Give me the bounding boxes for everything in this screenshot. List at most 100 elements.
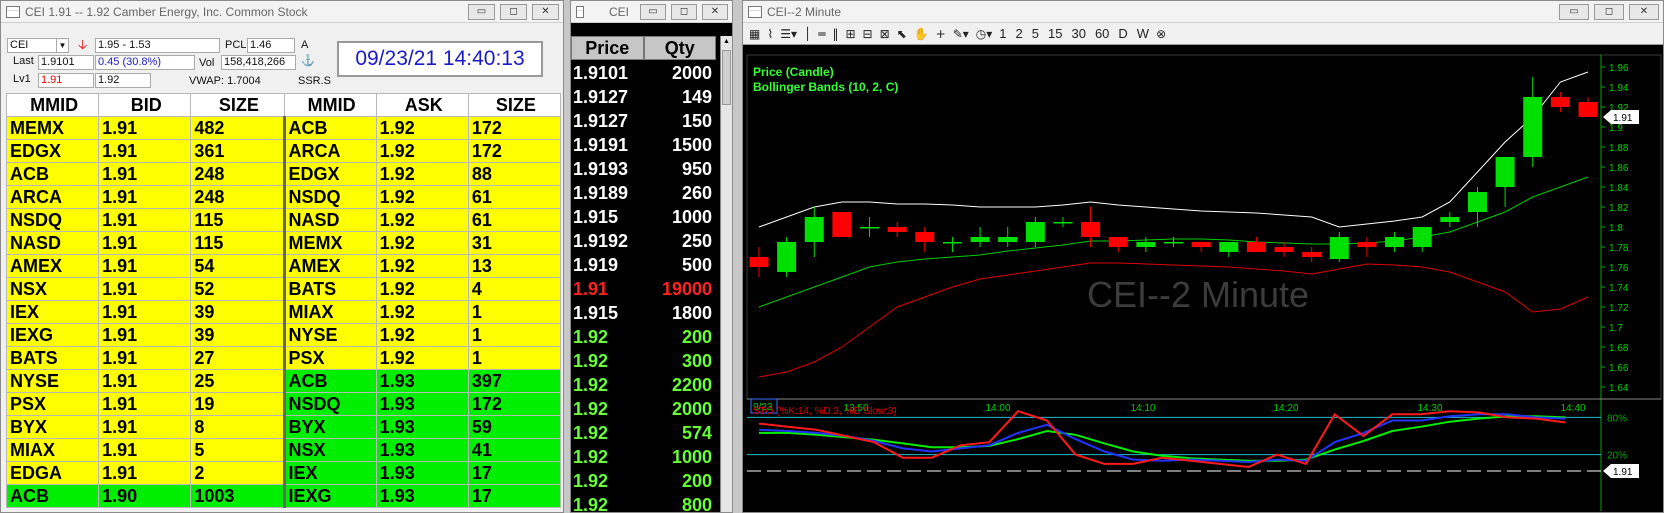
period-d[interactable]: D <box>1118 26 1127 41</box>
line-style-icon[interactable]: ☰▾ <box>780 27 797 41</box>
crosshair-icon[interactable]: + <box>936 27 946 41</box>
book-row[interactable]: NASD 1.91 115 MEMX 1.92 31 <box>5 231 562 255</box>
period-2[interactable]: 2 <box>1016 26 1023 41</box>
book-row[interactable]: ARCA 1.91 248 NSDQ 1.92 61 <box>5 185 562 209</box>
trade-row[interactable]: 1.92 2200 <box>571 373 716 397</box>
y-tick-label: 1.96 <box>1609 63 1629 74</box>
close-button[interactable]: ✕ <box>532 4 559 20</box>
period-15[interactable]: 15 <box>1048 26 1062 41</box>
bid-mmid-header[interactable]: MMID <box>5 93 100 117</box>
trade-row[interactable]: 1.9127 149 <box>571 85 716 109</box>
level2-titlebar[interactable]: CEI 1.91 -- 1.92 Camber Energy, Inc. Com… <box>1 1 563 23</box>
trade-row[interactable]: 1.9193 950 <box>571 157 716 181</box>
trade-row[interactable]: 1.92 574 <box>571 421 716 445</box>
book-row[interactable]: ACB 1.90 1003 IEXG 1.93 17 <box>5 484 562 508</box>
ask-size-header[interactable]: SIZE <box>467 93 562 117</box>
price-header[interactable]: Price <box>571 36 644 60</box>
ask-price: 1.93 <box>375 438 469 462</box>
close-button[interactable]: ✕ <box>1629 4 1659 20</box>
ask-size: 1 <box>467 323 562 347</box>
book-row[interactable]: EDGA 1.91 2 IEX 1.93 17 <box>5 461 562 485</box>
minimize-button[interactable]: ▭ <box>1559 4 1589 20</box>
trade-row[interactable]: 1.9189 260 <box>571 181 716 205</box>
y-tick-label: 1.76 <box>1609 263 1629 274</box>
trade-row[interactable]: 1.915 1800 <box>571 301 716 325</box>
book-row[interactable]: MIAX 1.91 5 NSX 1.93 41 <box>5 438 562 462</box>
book-row[interactable]: BYX 1.91 8 BYX 1.93 59 <box>5 415 562 439</box>
bid-header[interactable]: BID <box>98 93 192 117</box>
minimize-button[interactable]: ▭ <box>468 4 495 20</box>
chevron-down-icon[interactable]: ▼ <box>56 39 68 52</box>
trade-row[interactable]: 1.9191 1500 <box>571 133 716 157</box>
book-row[interactable]: IEXG 1.91 39 NYSE 1.92 1 <box>5 323 562 347</box>
pencil-icon[interactable]: ✎▾ <box>953 27 969 41</box>
bid-size-header[interactable]: SIZE <box>190 93 285 117</box>
chart-style-icon[interactable]: ⌇ <box>767 27 773 41</box>
hline-icon[interactable]: ═ <box>818 27 825 41</box>
trade-qty: 2200 <box>671 375 712 395</box>
y-tick-label: 1.72 <box>1609 303 1629 314</box>
trade-row[interactable]: 1.92 200 <box>571 469 716 493</box>
trade-row[interactable]: 1.9192 250 <box>571 229 716 253</box>
period-5[interactable]: 5 <box>1032 26 1039 41</box>
book-row[interactable]: NSX 1.91 52 BATS 1.92 4 <box>5 277 562 301</box>
book-row[interactable]: AMEX 1.91 54 AMEX 1.92 13 <box>5 254 562 278</box>
period-60[interactable]: 60 <box>1095 26 1109 41</box>
bid-price: 1.91 <box>98 162 192 186</box>
candle-body <box>832 212 852 237</box>
scroll-up-icon[interactable]: ▲ <box>721 36 732 48</box>
hand-icon[interactable]: ✋ <box>914 27 929 41</box>
book-row[interactable]: NSDQ 1.91 115 NASD 1.92 61 <box>5 208 562 232</box>
period-30[interactable]: 30 <box>1071 26 1085 41</box>
book-row[interactable]: MEMX 1.91 482 ACB 1.92 172 <box>5 116 562 140</box>
clock-icon[interactable]: ◷▾ <box>976 27 993 41</box>
bid-mmid: NASD <box>5 231 100 255</box>
remove-icon[interactable]: ⊗ <box>1156 27 1166 41</box>
trade-price: 1.92 <box>573 447 609 467</box>
period-w[interactable]: W <box>1137 26 1149 41</box>
vline-icon[interactable]: ‖ <box>832 27 838 41</box>
book-row[interactable]: NYSE 1.91 25 ACB 1.93 397 <box>5 369 562 393</box>
trade-qty: 19000 <box>661 279 712 299</box>
trade-row[interactable]: 1.9127 150 <box>571 109 716 133</box>
trade-row[interactable]: 1.92 300 <box>571 349 716 373</box>
ask-header[interactable]: ASK <box>375 93 469 117</box>
tns-titlebar[interactable]: CEI ▭ ◻ ✕ <box>571 1 732 23</box>
book-row[interactable]: BATS 1.91 27 PSX 1.92 1 <box>5 346 562 370</box>
trade-row[interactable]: 1.92 200 <box>571 325 716 349</box>
price-chart[interactable]: CEI--2 Minute Price (Candle)Bollinger Ban… <box>743 45 1664 513</box>
chart-titlebar[interactable]: CEI--2 Minute ▭ ◻ ✕ <box>743 1 1663 23</box>
symbol-select[interactable]: CEI ▼ <box>7 38 69 53</box>
trade-row[interactable]: 1.92 1000 <box>571 445 716 469</box>
cursor-icon[interactable]: ⬉ <box>897 27 907 41</box>
qty-header[interactable]: Qty <box>643 36 716 60</box>
y-tick-label: 1.84 <box>1609 183 1629 194</box>
period-1[interactable]: 1 <box>999 26 1006 41</box>
ask-mmid: ACB <box>282 369 377 393</box>
book-row[interactable]: ACB 1.91 248 EDGX 1.92 88 <box>5 162 562 186</box>
chart-settings-icon[interactable]: ▦ <box>749 27 760 41</box>
book-row[interactable]: IEX 1.91 39 MIAX 1.92 1 <box>5 300 562 324</box>
tns-title: CEI <box>609 4 630 19</box>
scrollbar-thumb[interactable] <box>722 50 731 105</box>
fit-icon[interactable]: ⊠ <box>880 27 890 41</box>
trade-row[interactable]: 1.919 500 <box>571 253 716 277</box>
trade-row[interactable]: 1.92 2000 <box>571 397 716 421</box>
trade-row[interactable]: 1.92 800 <box>571 493 716 512</box>
close-button[interactable]: ✕ <box>702 4 728 20</box>
tns-scrollbar[interactable]: ▲ <box>720 36 732 512</box>
book-row[interactable]: EDGX 1.91 361 ARCA 1.92 172 <box>5 139 562 163</box>
zoom-out-icon[interactable]: ⊟ <box>863 27 873 41</box>
minimize-button[interactable]: ▭ <box>640 4 666 20</box>
maximize-button[interactable]: ◻ <box>1594 4 1624 20</box>
y-tick-label: 1.86 <box>1609 163 1629 174</box>
maximize-button[interactable]: ◻ <box>671 4 697 20</box>
trade-row[interactable]: 1.915 1000 <box>571 205 716 229</box>
trade-row[interactable]: 1.91 19000 <box>571 277 716 301</box>
ask-mmid-header[interactable]: MMID <box>283 93 377 117</box>
zoom-in-icon[interactable]: ⊞ <box>845 27 855 41</box>
trade-qty: 200 <box>681 327 712 347</box>
maximize-button[interactable]: ◻ <box>500 4 527 20</box>
trade-row[interactable]: 1.9101 2000 <box>571 61 716 85</box>
book-row[interactable]: PSX 1.91 19 NSDQ 1.93 172 <box>5 392 562 416</box>
